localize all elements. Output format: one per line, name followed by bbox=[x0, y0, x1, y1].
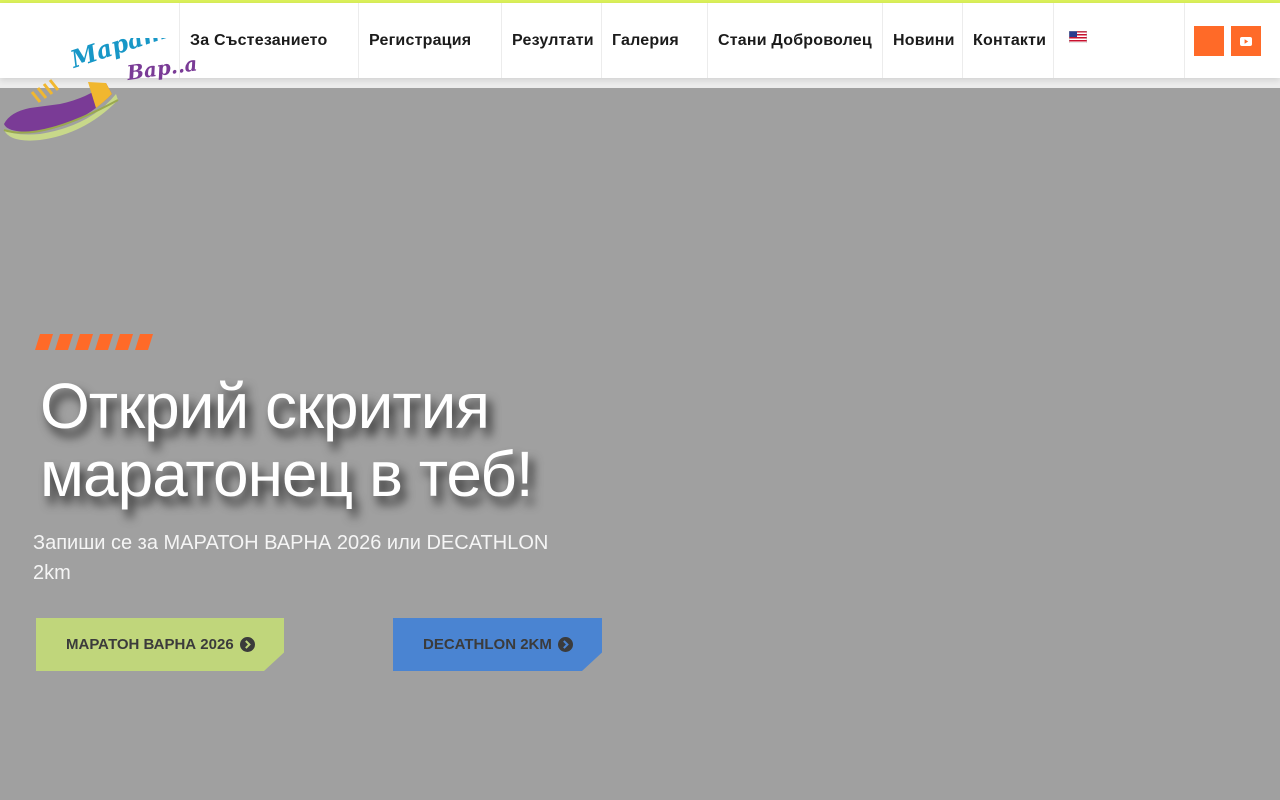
decathlon-2km-button[interactable]: DECATHLON 2KM bbox=[393, 618, 602, 671]
hero-subtitle-line2: 2km bbox=[33, 562, 71, 584]
nav-separator bbox=[1053, 3, 1054, 78]
youtube-icon bbox=[1240, 36, 1252, 46]
nav-item-news[interactable]: Новини bbox=[882, 3, 963, 78]
nav-separator bbox=[1184, 3, 1185, 78]
chevron-circle-right-icon bbox=[558, 637, 573, 652]
marathon-varna-button-label: МАРАТОН ВАРНА 2026 bbox=[66, 636, 234, 653]
youtube-button[interactable] bbox=[1231, 26, 1261, 56]
decathlon-2km-button-label: DECATHLON 2KM bbox=[423, 636, 552, 653]
nav-item-gallery[interactable]: Галерия bbox=[601, 3, 708, 78]
nav-item-registration[interactable]: Регистрация bbox=[358, 3, 502, 78]
nav-item-results[interactable]: Резултати bbox=[501, 3, 602, 78]
hero-title-line1: Открий скрития bbox=[40, 370, 490, 442]
hero-title: Открий скрития маратонец в теб! bbox=[40, 372, 660, 508]
nav-item-about-race[interactable]: За Състезанието bbox=[179, 3, 359, 78]
nav-item-volunteer[interactable]: Стани Доброволец bbox=[707, 3, 883, 78]
hero-subtitle-line1: Запиши се за МАРАТОН ВАРНА 2026 или DECA… bbox=[33, 532, 549, 554]
chevron-circle-right-icon bbox=[240, 637, 255, 652]
main-navigation: За Състезанието Регистрация Резултати Га… bbox=[0, 3, 1280, 78]
nav-item-contacts[interactable]: Контакти bbox=[962, 3, 1054, 78]
facebook-button[interactable] bbox=[1194, 26, 1224, 56]
hero-title-line2: маратонец в теб! bbox=[40, 438, 534, 510]
us-flag-icon[interactable] bbox=[1069, 31, 1087, 43]
marathon-varna-button[interactable]: МАРАТОН ВАРНА 2026 bbox=[36, 618, 284, 671]
hero-subtitle: Запиши се за МАРАТОН ВАРНА 2026 или DECA… bbox=[33, 528, 573, 588]
hero-stripes-decoration bbox=[35, 334, 153, 350]
